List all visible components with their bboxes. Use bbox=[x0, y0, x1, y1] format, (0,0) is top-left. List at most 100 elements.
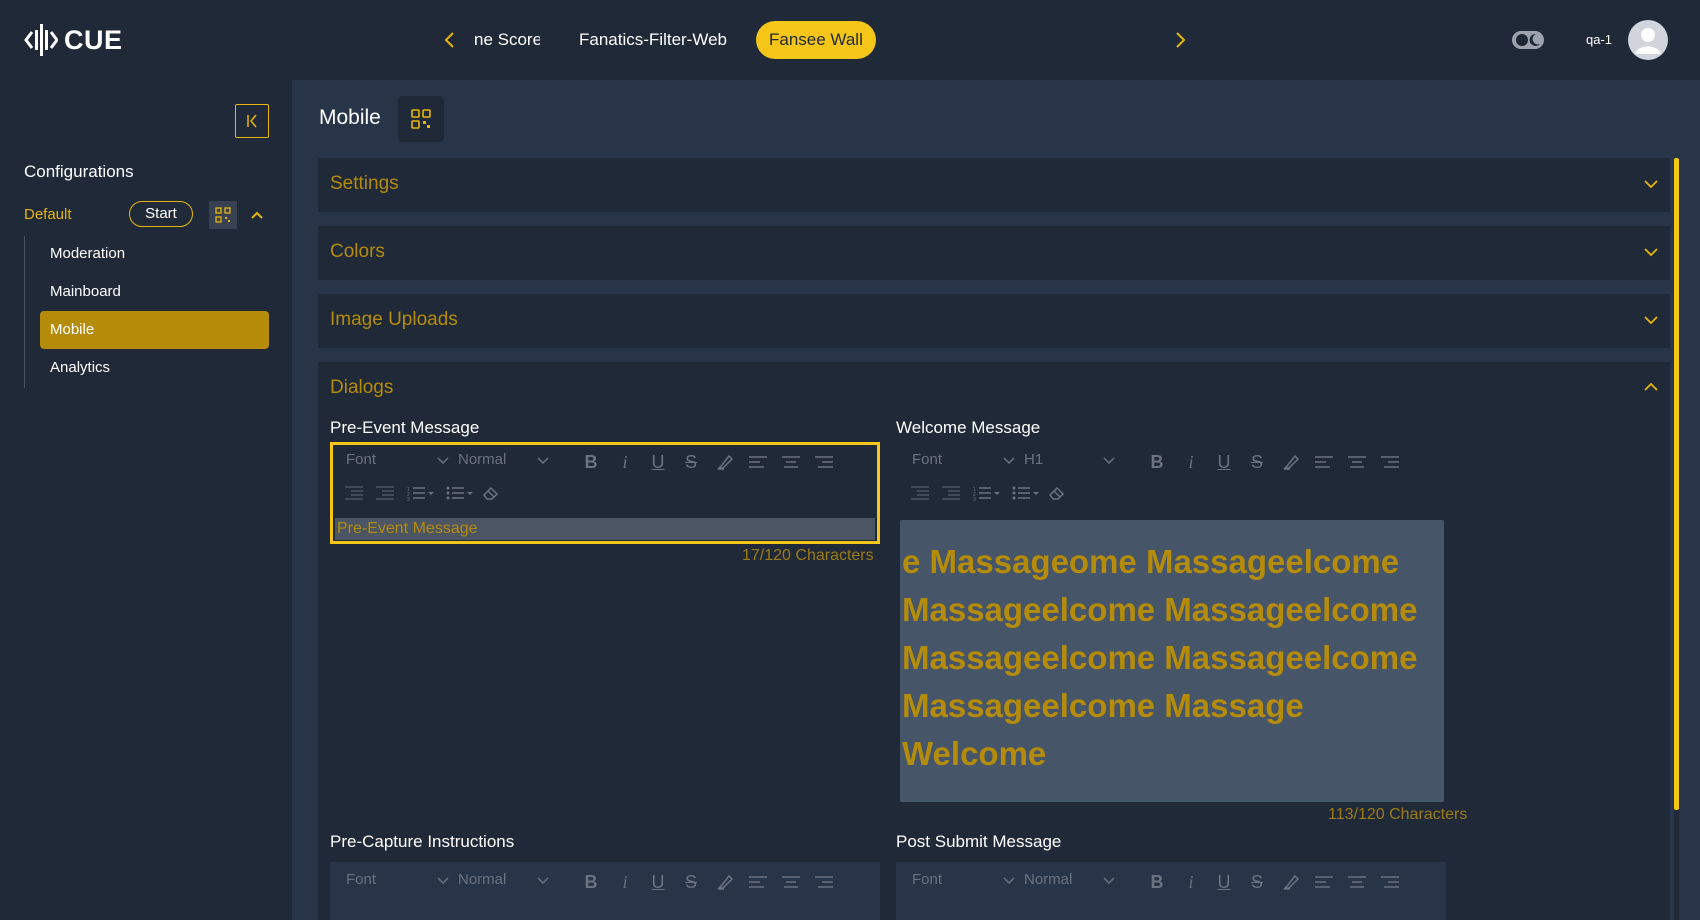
align-center-icon[interactable] bbox=[1345, 450, 1369, 474]
qr-code-button[interactable] bbox=[209, 201, 237, 229]
strikethrough-icon[interactable]: S bbox=[679, 450, 703, 474]
chevron-down-icon bbox=[1644, 316, 1658, 325]
editor-toolbar: Font Normal B i U S bbox=[330, 867, 880, 897]
tab-game-score[interactable]: ne Score bbox=[474, 21, 540, 59]
size-select[interactable]: Normal bbox=[458, 451, 506, 468]
bold-icon[interactable]: B bbox=[1145, 870, 1169, 894]
highlight-icon[interactable] bbox=[713, 450, 737, 474]
config-name[interactable]: Default bbox=[24, 206, 72, 223]
align-right-icon[interactable] bbox=[1378, 450, 1402, 474]
align-right-icon[interactable] bbox=[812, 450, 836, 474]
align-left-icon[interactable] bbox=[1312, 870, 1336, 894]
config-row-default: Default Start bbox=[24, 201, 274, 229]
ordered-list-icon[interactable]: 123 bbox=[972, 481, 1002, 505]
collapse-sidebar-button[interactable] bbox=[235, 104, 269, 138]
ordered-list-icon[interactable]: 123 bbox=[406, 481, 436, 505]
font-select[interactable]: Font bbox=[346, 451, 376, 468]
bullet-list-icon[interactable] bbox=[1011, 481, 1041, 505]
underline-icon[interactable]: U bbox=[1212, 450, 1236, 474]
strikethrough-icon[interactable]: S bbox=[1245, 450, 1269, 474]
pre-capture-label: Pre-Capture Instructions bbox=[330, 832, 515, 851]
align-center-icon[interactable] bbox=[779, 870, 803, 894]
align-center-icon[interactable] bbox=[779, 450, 803, 474]
cue-logo-icon bbox=[24, 24, 58, 56]
align-left-icon[interactable] bbox=[746, 870, 770, 894]
pre-event-content[interactable]: Pre-Event Message bbox=[335, 518, 875, 540]
tabs-next-button[interactable] bbox=[1170, 27, 1192, 53]
size-select[interactable]: Normal bbox=[1024, 871, 1072, 888]
section-image-uploads[interactable]: Image Uploads bbox=[318, 294, 1670, 348]
font-select[interactable]: Font bbox=[912, 871, 942, 888]
sidebar-item-moderation[interactable]: Moderation bbox=[40, 235, 269, 273]
qr-code-icon bbox=[411, 109, 431, 129]
svg-text:3: 3 bbox=[973, 497, 976, 501]
bullet-list-icon[interactable] bbox=[445, 481, 475, 505]
indent-icon[interactable] bbox=[373, 481, 397, 505]
italic-icon[interactable]: i bbox=[1179, 870, 1203, 894]
align-center-icon[interactable] bbox=[1345, 870, 1369, 894]
chevron-down-icon bbox=[537, 877, 549, 885]
highlight-icon[interactable] bbox=[713, 870, 737, 894]
outdent-icon[interactable] bbox=[342, 481, 366, 505]
font-select[interactable]: Font bbox=[912, 451, 942, 468]
font-select[interactable]: Font bbox=[346, 871, 376, 888]
sidebar-item-mainboard[interactable]: Mainboard bbox=[40, 273, 269, 311]
italic-icon[interactable]: i bbox=[613, 450, 637, 474]
editor-toolbar: Font Normal B i U S bbox=[896, 867, 1446, 897]
scrollbar-thumb[interactable] bbox=[1674, 158, 1679, 810]
pre-event-editor[interactable]: Font Normal B i U S 123 Pre-Event Messag… bbox=[330, 442, 880, 544]
chevron-down-icon bbox=[437, 877, 449, 885]
tab-fansee-wall[interactable]: Fansee Wall bbox=[756, 21, 876, 59]
bold-icon[interactable]: B bbox=[579, 450, 603, 474]
post-submit-label: Post Submit Message bbox=[896, 832, 1062, 851]
tab-fanatics-filter-web[interactable]: Fanatics-Filter-Web bbox=[579, 21, 727, 59]
chevron-down-icon bbox=[537, 457, 549, 465]
pre-capture-editor[interactable]: Font Normal B i U S bbox=[330, 862, 880, 920]
section-title[interactable]: Dialogs bbox=[330, 377, 393, 399]
theme-toggle[interactable] bbox=[1512, 30, 1544, 50]
qr-code-main-button[interactable] bbox=[398, 96, 444, 142]
align-right-icon[interactable] bbox=[1378, 870, 1402, 894]
underline-icon[interactable]: U bbox=[646, 870, 670, 894]
size-select[interactable]: H1 bbox=[1024, 451, 1043, 468]
align-left-icon[interactable] bbox=[1312, 450, 1336, 474]
username[interactable]: qa-1 bbox=[1586, 32, 1612, 47]
sidebar-item-mobile[interactable]: Mobile bbox=[40, 311, 269, 349]
bold-icon[interactable]: B bbox=[579, 870, 603, 894]
indent-icon[interactable] bbox=[939, 481, 963, 505]
welcome-content[interactable]: e Massageome Massageelcome Massageelcome… bbox=[900, 520, 1444, 802]
top-header: CUE ne Score Fanatics-Filter-Web Fansee … bbox=[0, 0, 1700, 80]
avatar[interactable] bbox=[1628, 20, 1668, 60]
outdent-icon[interactable] bbox=[908, 481, 932, 505]
underline-icon[interactable]: U bbox=[646, 450, 670, 474]
italic-icon[interactable]: i bbox=[613, 870, 637, 894]
eraser-icon[interactable] bbox=[479, 481, 503, 505]
svg-text:3: 3 bbox=[407, 497, 410, 501]
underline-icon[interactable]: U bbox=[1212, 870, 1236, 894]
collapse-config-button[interactable] bbox=[249, 207, 265, 223]
tabs-prev-button[interactable] bbox=[438, 27, 460, 53]
logo-text: CUE bbox=[64, 24, 123, 55]
strikethrough-icon[interactable]: S bbox=[1245, 870, 1269, 894]
highlight-icon[interactable] bbox=[1279, 450, 1303, 474]
section-colors[interactable]: Colors bbox=[318, 226, 1670, 280]
section-settings[interactable]: Settings bbox=[318, 158, 1670, 212]
size-select[interactable]: Normal bbox=[458, 871, 506, 888]
align-right-icon[interactable] bbox=[812, 870, 836, 894]
sidebar-item-analytics[interactable]: Analytics bbox=[40, 349, 269, 387]
highlight-icon[interactable] bbox=[1279, 870, 1303, 894]
cue-logo[interactable]: CUE bbox=[24, 20, 123, 60]
collapse-left-icon bbox=[247, 114, 257, 128]
eraser-icon[interactable] bbox=[1045, 481, 1069, 505]
align-left-icon[interactable] bbox=[746, 450, 770, 474]
section-title: Colors bbox=[330, 241, 385, 262]
chevron-down-icon bbox=[1103, 877, 1115, 885]
chevron-up-icon[interactable] bbox=[1642, 380, 1660, 394]
strikethrough-icon[interactable]: S bbox=[679, 870, 703, 894]
italic-icon[interactable]: i bbox=[1179, 450, 1203, 474]
start-button[interactable]: Start bbox=[129, 201, 193, 227]
welcome-editor[interactable]: Font H1 B i U S 123 e Massageome Massage… bbox=[896, 442, 1446, 804]
chevron-down-icon bbox=[1003, 457, 1015, 465]
post-submit-editor[interactable]: Font Normal B i U S bbox=[896, 862, 1446, 920]
bold-icon[interactable]: B bbox=[1145, 450, 1169, 474]
